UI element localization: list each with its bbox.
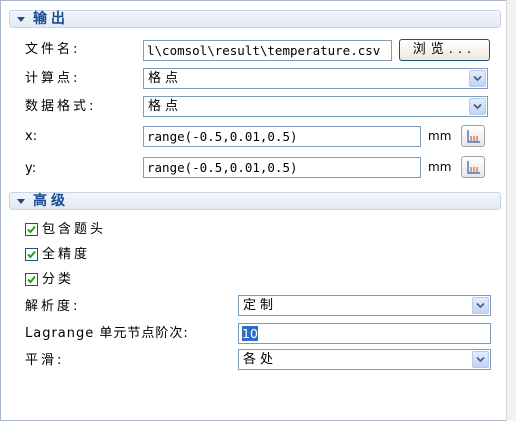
dropdown-button[interactable]: [469, 70, 486, 87]
dropdown-button[interactable]: [472, 297, 489, 314]
range-chart-icon: [467, 161, 480, 174]
smoothing-value: 各处: [243, 352, 278, 367]
checkmark-icon: [27, 275, 36, 284]
y-range-button[interactable]: [461, 156, 485, 178]
smoothing-label: 平滑:: [25, 353, 65, 368]
range-chart-icon: [467, 130, 480, 143]
calc-point-value: 格点: [148, 71, 183, 86]
y-label: y:: [25, 161, 37, 176]
advanced-section-header[interactable]: 高级: [9, 192, 501, 210]
include-header-label[interactable]: 包含题头: [42, 222, 106, 238]
calc-point-label: 计算点:: [25, 71, 81, 86]
x-range-button[interactable]: [461, 125, 485, 147]
x-label: x:: [25, 129, 38, 144]
classify-checkbox[interactable]: [25, 273, 38, 286]
x-unit: mm: [428, 129, 452, 143]
y-unit: mm: [428, 160, 452, 174]
filename-input[interactable]: l\comsol\result\temperature.csv: [143, 40, 392, 61]
lagrange-order-label: Lagrange 单元节点阶次:: [25, 326, 189, 341]
browse-button[interactable]: 浏览...: [399, 39, 490, 61]
data-format-value: 格点: [148, 99, 183, 114]
settings-panel: 输出 文件名: l\comsol\result\temperature.csv …: [0, 0, 516, 421]
filename-label: 文件名:: [25, 42, 81, 57]
lagrange-order-value: 10: [242, 326, 258, 341]
chevron-down-icon: [476, 356, 485, 363]
y-input[interactable]: range(-0.5,0.01,0.5): [143, 157, 421, 178]
include-header-checkbox[interactable]: [25, 223, 38, 236]
checkmark-icon: [27, 250, 36, 259]
data-format-select[interactable]: 格点: [143, 96, 488, 117]
dropdown-button[interactable]: [469, 98, 486, 115]
resolution-value: 定制: [243, 298, 278, 313]
resolution-label: 解析度:: [25, 299, 81, 314]
classify-label[interactable]: 分类: [42, 272, 74, 288]
full-precision-label[interactable]: 全精度: [42, 247, 90, 263]
dropdown-button[interactable]: [472, 351, 489, 368]
output-section-title: 输出: [33, 11, 69, 27]
chevron-down-icon: [473, 75, 482, 82]
calc-point-select[interactable]: 格点: [143, 68, 488, 89]
checkmark-icon: [27, 225, 36, 234]
full-precision-checkbox[interactable]: [25, 248, 38, 261]
scrollbar-track[interactable]: [506, 0, 516, 421]
chevron-down-icon: [473, 103, 482, 110]
resolution-select[interactable]: 定制: [238, 295, 491, 316]
lagrange-order-input[interactable]: 10: [238, 323, 491, 344]
x-input[interactable]: range(-0.5,0.01,0.5): [143, 126, 421, 147]
collapse-arrow-icon[interactable]: [16, 196, 26, 206]
output-section-header[interactable]: 输出: [9, 10, 501, 28]
chevron-down-icon: [476, 302, 485, 309]
advanced-section-title: 高级: [33, 193, 69, 209]
smoothing-select[interactable]: 各处: [238, 349, 491, 370]
data-format-label: 数据格式:: [25, 99, 97, 114]
collapse-arrow-icon[interactable]: [16, 14, 26, 24]
